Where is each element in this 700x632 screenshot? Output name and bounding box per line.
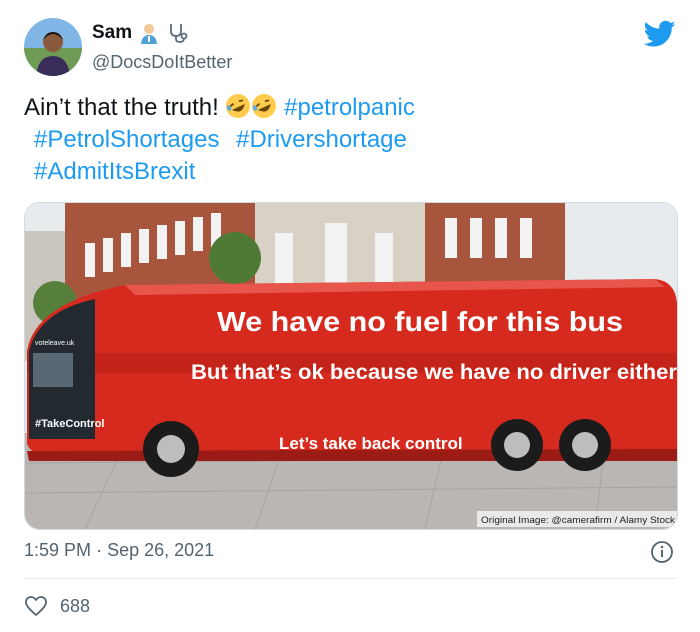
like-button[interactable]: 688: [24, 594, 90, 618]
bus-hashtag: #TakeControl: [35, 418, 104, 430]
image-credit: Original Image: @camerafirm / Alamy Stoc…: [481, 515, 676, 525]
bus-wheel: [143, 421, 199, 477]
rolling-laughing-emoji-icon: [226, 94, 251, 118]
bus-website: voteleave.uk: [35, 340, 75, 347]
bus-wheel: [559, 419, 611, 471]
hashtag-link[interactable]: #PetrolShortages: [34, 126, 219, 153]
like-count: 688: [60, 595, 91, 616]
tweet-text: Ain’t that the truth! #petrolpanic #Petr…: [24, 92, 674, 188]
avatar-image: [24, 18, 82, 76]
hashtag-link[interactable]: #petrolpanic: [284, 94, 415, 121]
user-handle[interactable]: @DocsDoItBetter: [92, 52, 232, 73]
tweet-text-start: Ain’t that the truth!: [24, 94, 219, 121]
hashtag-link[interactable]: #AdmitItsBrexit: [34, 158, 195, 185]
tweet-timestamp[interactable]: 1:59 PM · Sep 26, 2021: [24, 540, 214, 561]
meta-separator: ·: [96, 540, 103, 560]
tweet-line-1: Ain’t that the truth! #petrolpanic: [24, 92, 674, 124]
tweet-line-3: #AdmitItsBrexit: [24, 156, 674, 188]
heart-icon[interactable]: [24, 594, 48, 618]
divider: [24, 578, 676, 579]
tweet-time[interactable]: 1:59 PM: [24, 540, 91, 560]
health-worker-emoji-icon: [141, 24, 158, 44]
avatar[interactable]: [24, 18, 82, 76]
display-name[interactable]: Sam: [92, 22, 132, 44]
bus-wheel: [491, 419, 543, 471]
headline-text: We have no fuel for this bus: [217, 306, 623, 337]
author-name-row[interactable]: Sam: [92, 22, 188, 44]
twitter-bird-icon[interactable]: [644, 20, 676, 48]
subline-text: But that’s ok because we have no driver …: [191, 361, 677, 384]
tweet-card: Sam @DocsDoItBetter Ain’t that the truth…: [0, 0, 700, 632]
hashtag-link[interactable]: #Drivershortage: [236, 126, 407, 153]
tweet-date[interactable]: Sep 26, 2021: [107, 540, 214, 560]
stethoscope-emoji-icon: [170, 24, 188, 43]
info-icon[interactable]: [650, 540, 674, 564]
tweet-image[interactable]: voteleave.uk #TakeControl We have no fue…: [24, 202, 678, 530]
tweet-line-2: #PetrolShortages #Drivershortage: [24, 124, 674, 156]
bus-slogan: Let’s take back control: [279, 434, 463, 453]
rolling-laughing-emoji-icon: [252, 94, 277, 118]
bus-photo: voteleave.uk #TakeControl We have no fue…: [25, 203, 677, 529]
